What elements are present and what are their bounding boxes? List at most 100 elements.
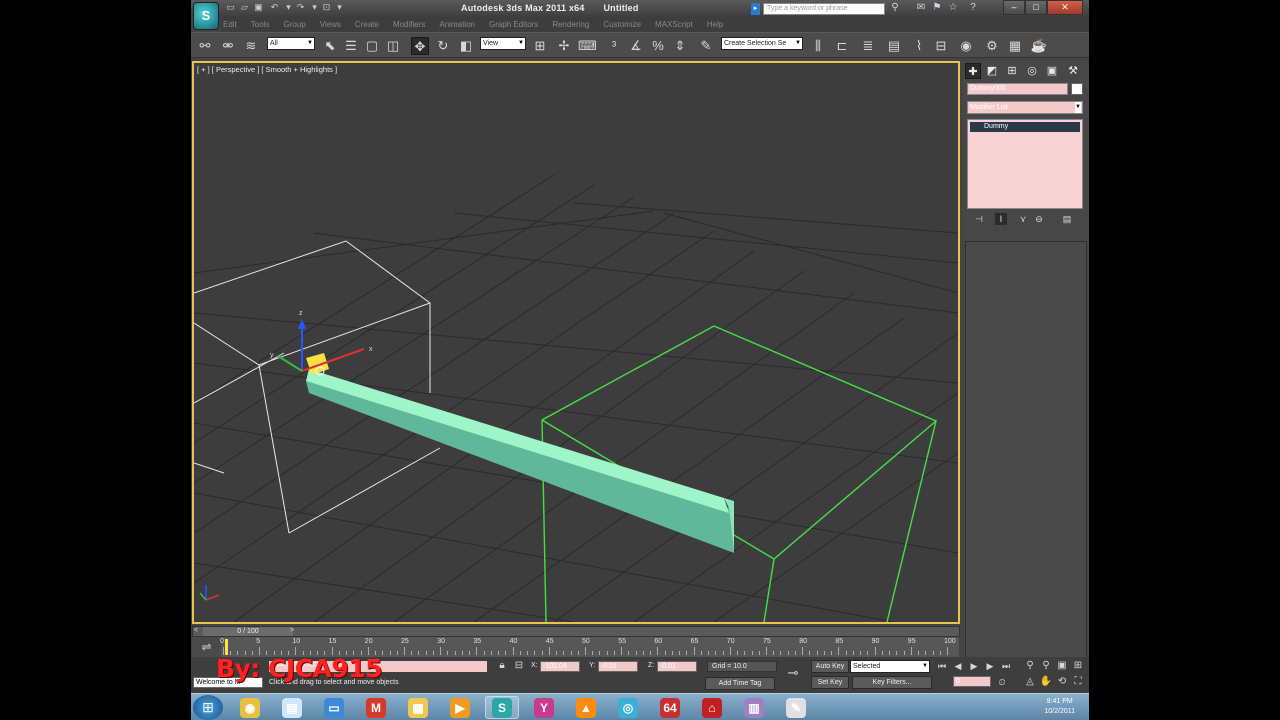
menu-item-edit[interactable]: Edit xyxy=(223,20,237,29)
window-crossing-icon[interactable]: ◫ xyxy=(384,37,402,55)
new-file-icon[interactable]: ▭ xyxy=(225,2,236,13)
maximize-button[interactable]: □ xyxy=(1025,0,1047,15)
graphite-toggle-icon[interactable]: ▤ xyxy=(885,37,903,55)
menu-item-create[interactable]: Create xyxy=(355,20,379,29)
maximize-viewport-icon[interactable]: ⛶ xyxy=(1071,673,1085,691)
time-slider[interactable]: < 0 / 100 > xyxy=(192,626,960,637)
auto-key-button[interactable]: Auto Key xyxy=(811,660,849,673)
menu-item-group[interactable]: Group xyxy=(283,20,305,29)
save-file-icon[interactable]: ▣ xyxy=(253,2,264,13)
display-tab-icon[interactable]: ▣ xyxy=(1044,63,1060,79)
taskbar-chrome-icon[interactable]: ◉ xyxy=(233,696,267,719)
modify-tab-icon[interactable]: ◩ xyxy=(984,63,1000,79)
menu-item-tools[interactable]: Tools xyxy=(251,20,270,29)
object-color-swatch[interactable] xyxy=(1071,83,1083,95)
pan-view-icon[interactable]: ✋ xyxy=(1039,673,1053,691)
taskbar-gmail-icon[interactable]: M xyxy=(359,696,393,719)
render-setup-icon[interactable]: ⚙ xyxy=(983,37,1001,55)
edit-named-sel-icon[interactable]: ✎ xyxy=(697,37,715,55)
add-time-tag-button[interactable]: Add Time Tag xyxy=(705,677,775,690)
layer-manager-icon[interactable]: ≣ xyxy=(859,37,877,55)
taskbar-media-icon[interactable]: ▭ xyxy=(317,696,351,719)
material-editor-icon[interactable]: ◉ xyxy=(957,37,975,55)
select-by-name-icon[interactable]: ☰ xyxy=(342,37,360,55)
rect-selection-icon[interactable]: ▢ xyxy=(363,37,381,55)
key-filters-button[interactable]: Key Filters... xyxy=(852,676,932,689)
subscription-icon[interactable]: ✉ xyxy=(915,2,927,14)
minimize-button[interactable]: – xyxy=(1003,0,1025,15)
undo-dropdown-icon[interactable]: ▾ xyxy=(283,2,294,13)
motion-tab-icon[interactable]: ◎ xyxy=(1024,63,1040,79)
keyboard-shortcut-icon[interactable]: ⌨ xyxy=(578,37,597,55)
qa-dropdown-icon[interactable]: ▾ xyxy=(334,2,345,13)
select-object-icon[interactable]: ⬉ xyxy=(321,37,339,55)
reference-coord-dropdown[interactable]: View ▼ xyxy=(480,37,526,50)
menu-item-customize[interactable]: Customize xyxy=(603,20,641,29)
search-input[interactable]: Type a keyword or phrase xyxy=(763,3,885,15)
unlink-icon[interactable]: ⚮ xyxy=(219,37,237,55)
curve-editor-icon[interactable]: ⌇ xyxy=(910,37,928,55)
binoculars-icon[interactable]: ⚲ xyxy=(889,2,901,14)
bind-spacewarp-icon[interactable]: ≋ xyxy=(242,37,260,55)
taskbar-folder-icon[interactable]: ▦ xyxy=(401,696,435,719)
named-selection-dropdown[interactable]: Create Selection Se ▼ xyxy=(721,37,803,50)
set-key-icon[interactable]: ⊸ xyxy=(784,664,802,682)
stack-item-dummy[interactable]: Dummy xyxy=(970,122,1080,132)
key-mode-dropdown[interactable]: Selected ▼ xyxy=(850,660,930,673)
hold-icon[interactable]: ⊡ xyxy=(321,2,332,13)
communication-icon[interactable]: ⚑ xyxy=(931,2,943,14)
set-key-button[interactable]: Set Key xyxy=(811,676,849,689)
taskbar-vlc-icon[interactable]: ▲ xyxy=(569,696,603,719)
taskbar-explorer-icon[interactable]: ▤ xyxy=(275,696,309,719)
link-icon[interactable]: ⚯ xyxy=(196,37,214,55)
render-production-icon[interactable]: ☕ xyxy=(1030,37,1048,55)
schematic-view-icon[interactable]: ⊟ xyxy=(932,37,950,55)
menu-item-animation[interactable]: Animation xyxy=(439,20,475,29)
menu-item-modifiers[interactable]: Modifiers xyxy=(393,20,425,29)
current-frame-marker[interactable] xyxy=(225,639,228,655)
taskbar-counter-icon[interactable]: 64 xyxy=(653,696,687,719)
go-to-start-icon[interactable]: ⏮ xyxy=(935,657,949,675)
utilities-tab-icon[interactable]: ⚒ xyxy=(1065,63,1081,79)
time-slider-knob[interactable]: 0 / 100 xyxy=(203,627,293,636)
taskbar-3dsmax-icon[interactable]: S xyxy=(485,696,519,719)
menu-item-help[interactable]: Help xyxy=(707,20,723,29)
selection-filter-dropdown[interactable]: All ▼ xyxy=(267,37,315,50)
absolute-mode-icon[interactable]: ⊟ xyxy=(513,657,525,675)
open-file-icon[interactable]: ▱ xyxy=(239,2,250,13)
rendered-frame-icon[interactable]: ▦ xyxy=(1006,37,1024,55)
remove-modifier-icon[interactable]: ⊖ xyxy=(1033,213,1045,225)
y-coord-input[interactable]: -0.01 xyxy=(598,661,638,672)
snaps-toggle-icon[interactable]: ³ xyxy=(605,37,623,55)
system-clock[interactable]: 9:41 PM 10/2/2011 xyxy=(1044,697,1075,717)
make-unique-icon[interactable]: ⋎ xyxy=(1017,213,1029,225)
menu-item-maxscript[interactable]: MAXScript xyxy=(655,20,693,29)
redo-icon[interactable]: ↷ xyxy=(295,2,306,13)
taskbar-archive-icon[interactable]: ▥ xyxy=(737,696,771,719)
redo-dropdown-icon[interactable]: ▾ xyxy=(309,2,320,13)
favorites-icon[interactable]: ☆ xyxy=(947,2,959,14)
current-frame-input[interactable]: 0 xyxy=(953,676,991,687)
menu-item-views[interactable]: Views xyxy=(320,20,341,29)
play-icon[interactable]: ▶ xyxy=(967,657,981,675)
search-arrow-icon[interactable]: ▸ xyxy=(751,3,760,15)
start-button[interactable]: ⊞ xyxy=(193,695,223,720)
selection-lock-icon[interactable]: 🔒︎ xyxy=(496,657,508,675)
angle-snap-icon[interactable]: ∡ xyxy=(627,37,645,55)
perspective-viewport[interactable]: [ + ] [ Perspective ] [ Smooth + Highlig… xyxy=(192,61,960,624)
pin-stack-icon[interactable]: ⊣ xyxy=(973,213,985,225)
time-prev-arrow[interactable]: < xyxy=(194,627,198,634)
close-button[interactable]: ✕ xyxy=(1047,0,1083,15)
time-next-arrow[interactable]: > xyxy=(290,627,294,634)
create-tab-icon[interactable]: ✚ xyxy=(965,63,981,79)
taskbar-circle-icon[interactable]: ◎ xyxy=(611,696,645,719)
undo-icon[interactable]: ↶ xyxy=(269,2,280,13)
taskbar-acrobat-icon[interactable]: ⌂ xyxy=(695,696,729,719)
select-rotate-icon[interactable]: ↻ xyxy=(434,37,452,55)
menu-item-rendering[interactable]: Rendering xyxy=(552,20,589,29)
taskbar-yahoo-icon[interactable]: Y xyxy=(527,696,561,719)
manipulate-icon[interactable]: ✢ xyxy=(555,37,573,55)
object-name-field[interactable]: Dummy001 xyxy=(967,83,1068,95)
z-coord-input[interactable]: -0.01 xyxy=(657,661,697,672)
previous-frame-icon[interactable]: ◀ xyxy=(951,657,965,675)
